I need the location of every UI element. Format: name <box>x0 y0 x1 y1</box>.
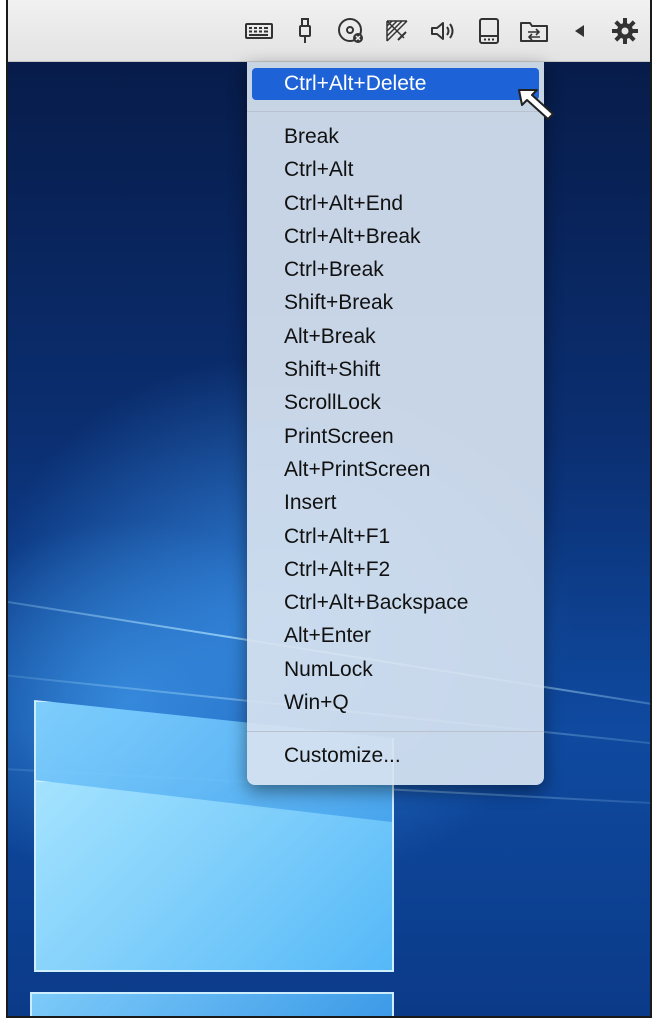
storage-icon[interactable] <box>474 16 504 46</box>
menu-item-alt-break[interactable]: Alt+Break <box>247 320 544 353</box>
menu-item-ctrl-alt[interactable]: Ctrl+Alt <box>247 153 544 186</box>
menu-item-shift-break[interactable]: Shift+Break <box>247 286 544 319</box>
menu-item-numlock[interactable]: NumLock <box>247 653 544 686</box>
menu-item-ctrl-alt-break[interactable]: Ctrl+Alt+Break <box>247 220 544 253</box>
keyboard-menu: Ctrl+Alt+Delete Break Ctrl+Alt Ctrl+Alt+En… <box>247 62 544 785</box>
menu-item-insert[interactable]: Insert <box>247 486 544 519</box>
menu-item-shift-shift[interactable]: Shift+Shift <box>247 353 544 386</box>
vm-window: Ctrl+Alt+Delete Break Ctrl+Alt Ctrl+Alt+En… <box>6 0 652 1018</box>
menu-item-ctrl-alt-delete[interactable]: Ctrl+Alt+Delete <box>252 68 539 100</box>
menu-separator <box>247 731 544 733</box>
network-icon[interactable] <box>382 16 412 46</box>
usb-icon[interactable] <box>290 16 320 46</box>
menu-item-customize[interactable]: Customize... <box>247 739 544 772</box>
windows-logo-pane <box>30 992 394 1016</box>
menu-item-ctrl-alt-f1[interactable]: Ctrl+Alt+F1 <box>247 520 544 553</box>
menu-item-break[interactable]: Break <box>247 120 544 153</box>
vm-toolbar <box>8 0 650 62</box>
shared-folder-icon[interactable] <box>519 16 549 46</box>
mouse-pointer-icon <box>518 89 554 120</box>
gear-icon[interactable] <box>610 16 640 46</box>
menu-item-alt-printscreen[interactable]: Alt+PrintScreen <box>247 453 544 486</box>
menu-item-ctrl-alt-backspace[interactable]: Ctrl+Alt+Backspace <box>247 586 544 619</box>
menu-item-list: Break Ctrl+Alt Ctrl+Alt+End Ctrl+Alt+Break C… <box>247 120 544 719</box>
menu-separator <box>247 111 544 112</box>
keyboard-icon[interactable] <box>244 16 274 46</box>
menu-item-ctrl-break[interactable]: Ctrl+Break <box>247 253 544 286</box>
audio-icon[interactable] <box>428 16 458 46</box>
collapse-arrow-icon[interactable] <box>564 16 594 46</box>
optical-disk-icon[interactable] <box>336 16 366 46</box>
menu-item-scrolllock[interactable]: ScrollLock <box>247 386 544 419</box>
menu-item-ctrl-alt-end[interactable]: Ctrl+Alt+End <box>247 187 544 220</box>
menu-item-ctrl-alt-f2[interactable]: Ctrl+Alt+F2 <box>247 553 544 586</box>
menu-item-printscreen[interactable]: PrintScreen <box>247 420 544 453</box>
menu-item-win-q[interactable]: Win+Q <box>247 686 544 719</box>
menu-item-alt-enter[interactable]: Alt+Enter <box>247 619 544 652</box>
